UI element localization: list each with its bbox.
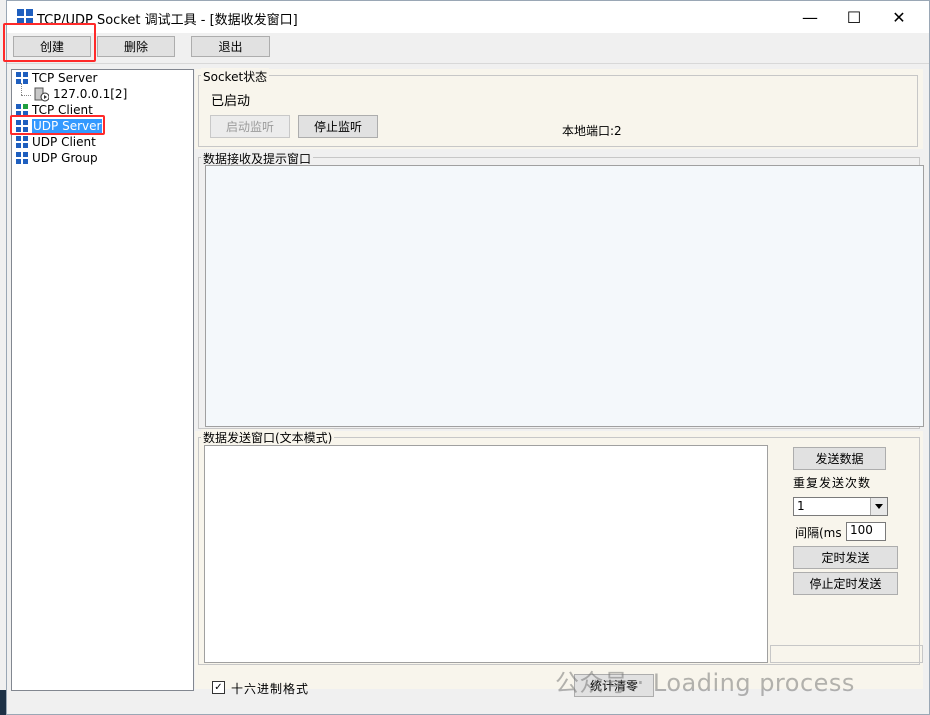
interval-input[interactable]: 100 xyxy=(846,522,886,541)
maximize-icon[interactable]: ☐ xyxy=(831,1,877,33)
repeat-count-select[interactable]: 1 xyxy=(793,497,888,516)
watermark-text: 公众号 · Loading process xyxy=(555,669,855,697)
tree-line xyxy=(21,95,31,97)
tree-label: TCP Server xyxy=(32,71,98,85)
hex-checkbox[interactable]: ✓ xyxy=(212,681,225,694)
tree-label: UDP Client xyxy=(32,135,96,149)
status-text: 已启动 xyxy=(211,94,251,109)
send-data-button[interactable]: 发送数据 xyxy=(793,447,886,470)
tree-item-tcp-server[interactable]: TCP Server xyxy=(16,70,97,86)
repeat-count-value: 1 xyxy=(797,499,805,513)
tree-label: 127.0.0.1[2] xyxy=(53,87,128,101)
tree-label: UDP Group xyxy=(32,151,98,165)
interval-label: 间隔(ms xyxy=(795,526,842,540)
timed-send-button[interactable]: 定时发送 xyxy=(793,546,898,569)
send-group-label: 数据发送窗口(文本模式) xyxy=(201,429,335,446)
minimize-icon[interactable]: — xyxy=(787,1,833,33)
tree-line xyxy=(21,83,23,95)
delete-button[interactable]: 删除 xyxy=(97,36,175,57)
socket-tree: TCP Server 127.0.0.1[2] TCP Client UDP S… xyxy=(11,69,194,691)
chevron-down-icon[interactable] xyxy=(870,498,887,515)
server-icon xyxy=(34,87,50,102)
node-icon xyxy=(16,152,28,164)
tree-item-connection[interactable]: 127.0.0.1[2] xyxy=(34,86,127,102)
title-bar: TCP/UDP Socket 调试工具 - [数据收发窗口] — ☐ ✕ xyxy=(7,1,929,33)
highlight-udp-server xyxy=(10,115,105,135)
close-icon[interactable]: ✕ xyxy=(876,1,922,33)
toolbar: 创建 删除 退出 xyxy=(7,33,929,64)
data-panel: Socket状态 已启动 启动监听 停止监听 本地端口:2 数据接收及提示窗口 … xyxy=(195,68,924,697)
send-textarea[interactable] xyxy=(204,445,768,663)
app-window: TCP/UDP Socket 调试工具 - [数据收发窗口] — ☐ ✕ 创建 … xyxy=(3,0,930,715)
exit-button[interactable]: 退出 xyxy=(191,36,270,57)
stop-timed-send-button[interactable]: 停止定时发送 xyxy=(793,572,898,595)
tree-item-udp-client[interactable]: UDP Client xyxy=(16,134,96,150)
repeat-count-label: 重复发送次数 xyxy=(793,476,872,490)
status-field xyxy=(770,645,923,663)
stop-listen-button[interactable]: 停止监听 xyxy=(298,115,378,138)
start-listen-button[interactable]: 启动监听 xyxy=(210,115,290,138)
highlight-create xyxy=(3,23,96,62)
tree-item-udp-group[interactable]: UDP Group xyxy=(16,150,98,166)
hex-format-label: 十六进制格式 xyxy=(231,682,310,696)
receive-textarea[interactable] xyxy=(205,165,924,427)
socket-status-label: Socket状态 xyxy=(201,68,270,85)
node-icon xyxy=(16,136,28,148)
local-port-text: 本地端口:2 xyxy=(562,124,622,138)
